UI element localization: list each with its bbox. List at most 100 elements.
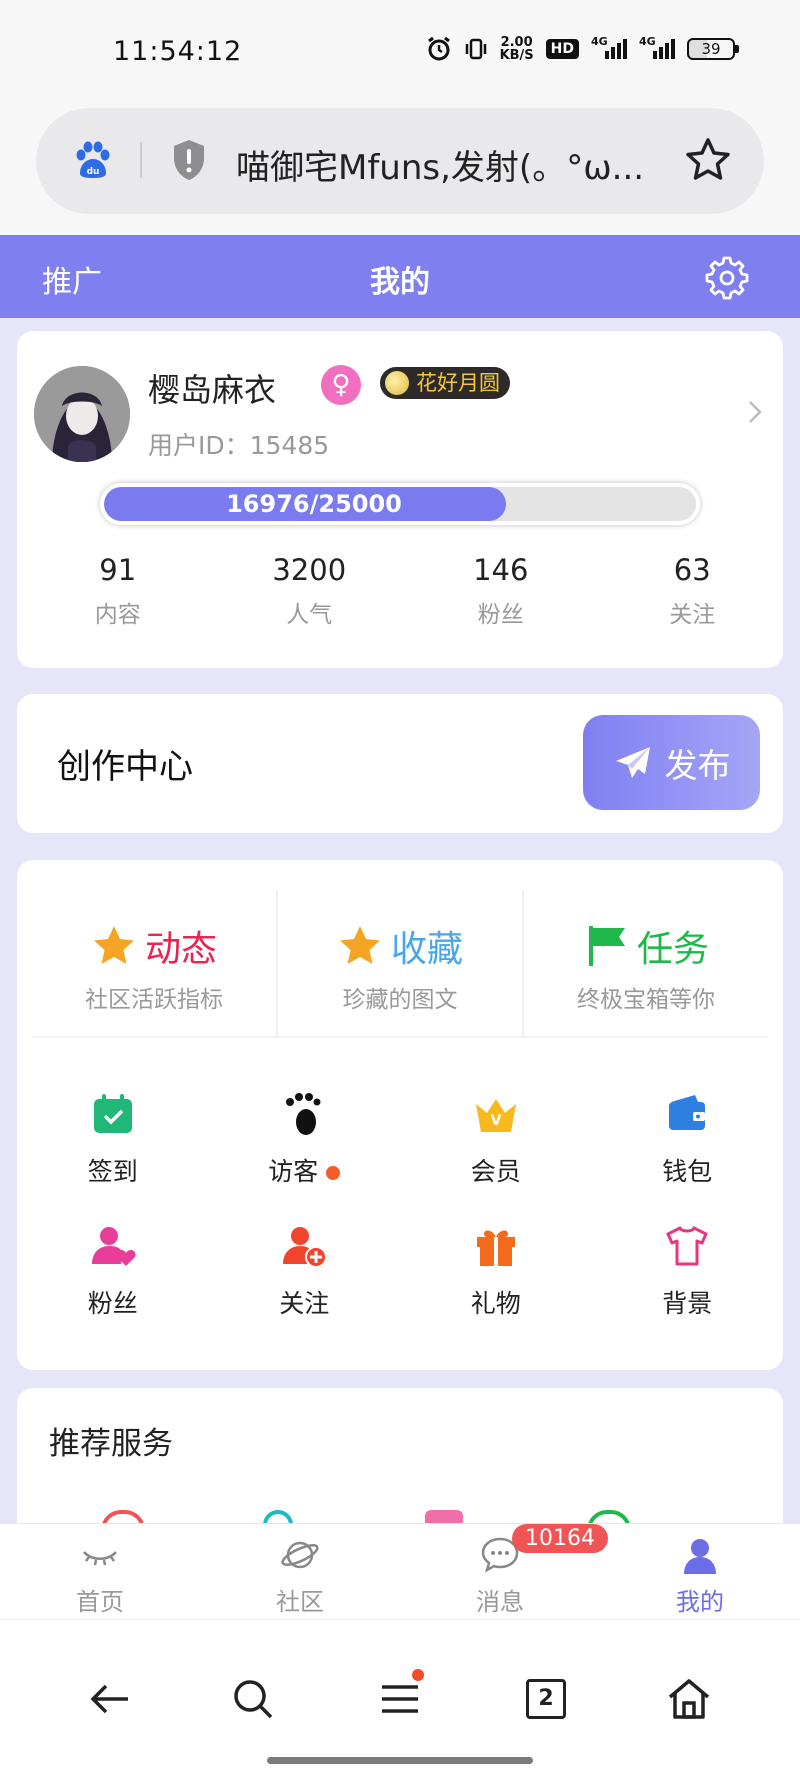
flag-icon <box>588 926 625 966</box>
creation-center-card: 创作中心 发布 <box>17 694 783 833</box>
baidu-paw-icon[interactable]: du <box>72 139 114 181</box>
arrow-left-icon <box>90 1684 128 1714</box>
feature-name: 任务 <box>636 929 709 970</box>
tab-count: 2 <box>526 1679 566 1719</box>
tabs-button[interactable]: 2 <box>522 1675 570 1723</box>
gesture-home-bar[interactable] <box>267 1757 533 1764</box>
experience-progress-bar: 16976/25000 <box>100 483 700 525</box>
wallet-icon <box>669 1095 706 1130</box>
stat-value: 63 <box>673 553 711 587</box>
grid-item-label: 背景 <box>662 1289 713 1318</box>
eye-closed-icon <box>83 1551 117 1566</box>
feature-subtitle: 终极宝箱等你 <box>577 987 715 1013</box>
stat-content[interactable]: 91 内容 <box>17 553 209 629</box>
home-button[interactable] <box>665 1675 713 1723</box>
stat-value: 91 <box>99 553 137 587</box>
title-badge: 花好月圆 <box>380 367 510 399</box>
username: 樱岛麻衣 <box>148 371 277 409</box>
hd-voice-icon: HD <box>545 39 579 59</box>
recommended-services-title: 推荐服务 <box>49 1426 173 1462</box>
tab-mine[interactable]: 我的 <box>600 1524 800 1619</box>
stat-fans[interactable]: 146 粉丝 <box>400 553 592 629</box>
grid-item-following[interactable]: 关注 <box>209 1222 401 1320</box>
bookmark-star-icon[interactable] <box>684 136 732 184</box>
user-id: 用户ID：15485 <box>148 431 330 460</box>
feature-favorites[interactable]: 收藏 珍藏的图文 <box>276 890 522 1036</box>
grid-item-fans[interactable]: 粉丝 <box>17 1222 209 1320</box>
signal-icon: 4G <box>591 35 627 59</box>
status-time: 11:54:12 <box>113 36 243 67</box>
app-header: 推广 我的 <box>0 235 800 318</box>
feature-name: 收藏 <box>390 929 463 970</box>
tab-label: 消息 <box>476 1588 524 1616</box>
calendar-check-icon <box>93 1094 132 1133</box>
tab-home[interactable]: 首页 <box>0 1524 200 1619</box>
stat-following[interactable]: 63 关注 <box>592 553 784 629</box>
grid-item-label: 关注 <box>279 1289 330 1318</box>
avatar-image <box>34 366 130 462</box>
grid-item-membership[interactable]: V 会员 <box>400 1090 592 1188</box>
address-bar[interactable]: du 喵御宅Mfuns,发射(。°ω... <box>36 108 764 214</box>
back-button[interactable] <box>86 1675 134 1723</box>
female-gender-icon: ♀ <box>321 365 361 405</box>
shield-icon[interactable] <box>170 138 208 182</box>
notification-dot <box>412 1669 424 1681</box>
grid-item-background[interactable]: 背景 <box>592 1222 784 1320</box>
tab-community[interactable]: 社区 <box>200 1524 400 1619</box>
home-icon <box>668 1679 710 1719</box>
publish-button[interactable]: 发布 <box>583 715 760 810</box>
grid-item-checkin[interactable]: 签到 <box>17 1090 209 1188</box>
page-title[interactable]: 喵御宅Mfuns,发射(。°ω... <box>236 140 676 189</box>
paper-plane-icon <box>615 746 650 778</box>
tab-messages[interactable]: 消息 10164 <box>400 1524 608 1619</box>
grid-item-label: 会员 <box>470 1157 521 1186</box>
feature-highlights: 动态 社区活跃指标 收藏 珍藏的图文 任务 终极宝箱等你 <box>32 890 768 1038</box>
vibrate-icon <box>465 38 486 60</box>
search-icon <box>234 1680 273 1719</box>
stat-label: 粉丝 <box>477 602 524 628</box>
footprint-icon <box>286 1093 321 1135</box>
star-icon <box>93 926 134 964</box>
net-speed: 2.00 KB/S <box>499 35 534 63</box>
menu-button[interactable] <box>376 1669 424 1723</box>
svg-text:du: du <box>87 167 100 177</box>
profile-stats: 91 内容 3200 人气 146 粉丝 63 关注 <box>17 553 783 629</box>
moon-icon <box>385 371 409 395</box>
feature-dynamics[interactable]: 动态 社区活跃指标 <box>32 890 276 1036</box>
features-card: 动态 社区活跃指标 收藏 珍藏的图文 任务 终极宝箱等你 签到 访客 V 会员 … <box>17 860 783 1370</box>
grid-item-label: 礼物 <box>470 1289 521 1318</box>
gear-icon[interactable] <box>704 255 750 301</box>
crown-icon: V <box>475 1099 516 1132</box>
user-heart-icon <box>91 1227 136 1266</box>
grid-item-label: 签到 <box>87 1157 138 1186</box>
chevron-right-icon[interactable] <box>745 397 765 427</box>
feature-tasks[interactable]: 任务 终极宝箱等你 <box>522 890 768 1036</box>
profile-card[interactable]: 樱岛麻衣 ♀ 花好月圆 用户ID：15485 16976/25000 91 内容… <box>17 331 783 668</box>
stat-popularity[interactable]: 3200 人气 <box>209 553 401 629</box>
header-title: 我的 <box>370 265 430 300</box>
grid-item-gifts[interactable]: 礼物 <box>400 1222 592 1320</box>
recommended-services-card: 推荐服务 <box>17 1388 783 1538</box>
grid-item-wallet[interactable]: 钱包 <box>592 1090 784 1188</box>
svg-text:V: V <box>490 1113 501 1129</box>
tab-label: 我的 <box>676 1588 724 1616</box>
tshirt-icon <box>666 1226 708 1266</box>
grid-item-visitors[interactable]: 访客 <box>209 1090 401 1188</box>
user-add-icon <box>283 1227 328 1268</box>
search-button[interactable] <box>229 1675 277 1723</box>
browser-nav-bar: 2 <box>0 1619 800 1778</box>
promo-link[interactable]: 推广 <box>42 257 102 301</box>
avatar[interactable] <box>34 366 130 462</box>
hamburger-menu-icon <box>382 1685 418 1713</box>
browser-toolbar: du 喵御宅Mfuns,发射(。°ω... <box>0 100 800 235</box>
creation-center-title: 创作中心 <box>57 747 193 787</box>
stat-label: 人气 <box>286 602 333 628</box>
tab-label: 社区 <box>276 1588 324 1616</box>
feature-grid: 签到 访客 V 会员 钱包 粉丝 关注 礼物 背景 <box>17 1090 783 1320</box>
tab-label: 首页 <box>76 1588 124 1616</box>
feature-subtitle: 珍藏的图文 <box>342 987 458 1013</box>
user-icon <box>684 1539 716 1574</box>
stat-label: 关注 <box>669 602 716 628</box>
planet-icon <box>281 1541 319 1569</box>
status-bar: 11:54:12 2.00 KB/S HD 4G 4G 39 <box>0 0 800 100</box>
